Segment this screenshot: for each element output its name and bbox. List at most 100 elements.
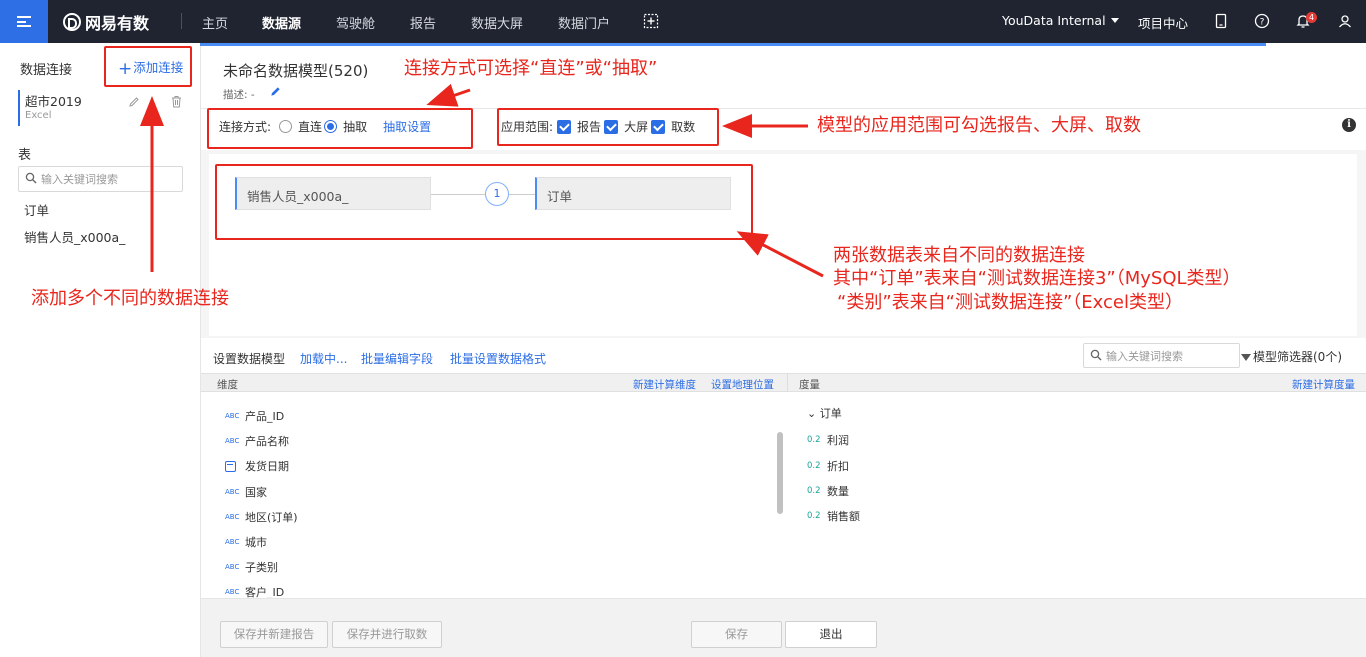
save-button[interactable]: 保存: [691, 621, 782, 648]
field-name: 利润: [827, 434, 849, 447]
text-type-icon: ABC: [225, 412, 240, 420]
notification-badge: 4: [1306, 12, 1317, 23]
save-new-report-button[interactable]: 保存并新建报告: [220, 621, 328, 648]
model-filter-label: 模型筛选器(0个): [1253, 350, 1342, 364]
table-search-input[interactable]: [41, 171, 179, 188]
highlight-connection-mode: [207, 108, 473, 149]
help-icon[interactable]: ?: [1254, 13, 1270, 29]
field-name: 产品名称: [245, 435, 289, 448]
highlight-application-scope: [497, 108, 719, 146]
search-icon: [25, 172, 37, 184]
model-toolbar: 设置数据模型 加载中... 批量编辑字段 批量设置数据格式 模型筛选器(0个): [201, 342, 1366, 372]
field-search-input[interactable]: [1106, 348, 1236, 364]
field-name: 发货日期: [245, 460, 289, 473]
nav-item-datasource[interactable]: 数据源: [262, 13, 301, 32]
measure-group-name: 订单: [819, 407, 842, 420]
logo[interactable]: 网易有数: [63, 10, 149, 34]
number-type-icon: 0.2: [807, 435, 821, 445]
dimension-field[interactable]: ABC 城市: [225, 534, 267, 550]
model-filter-button[interactable]: 模型筛选器(0个): [1241, 348, 1342, 365]
search-icon: [1090, 349, 1102, 361]
save-and-extract-button[interactable]: 保存并进行取数: [332, 621, 442, 648]
batch-edit-fields-button[interactable]: 批量编辑字段: [361, 350, 433, 367]
nav-divider: [181, 13, 182, 29]
dimension-field[interactable]: ABC 地区(订单): [225, 509, 298, 525]
chevron-down-icon: [1110, 18, 1119, 23]
annotation-line: 其中“订单”表来自“测试数据连接3”（MySQL类型）: [833, 268, 1241, 290]
highlight-table-nodes: [215, 164, 753, 240]
svg-text:?: ?: [1260, 18, 1265, 28]
text-type-icon: ABC: [225, 513, 240, 521]
loading-status: 加载中...: [300, 352, 348, 366]
user-icon[interactable]: [1337, 13, 1353, 29]
measure-field[interactable]: 0.2 销售额: [807, 508, 860, 524]
table-item-salespeople[interactable]: 销售人员_x000a_: [24, 227, 125, 246]
field-name: 地区(订单): [245, 511, 298, 524]
nav-item-cockpit[interactable]: 驾驶舱: [336, 13, 375, 32]
dimension-field[interactable]: ABC 产品名称: [225, 433, 289, 449]
panel-title: 数据连接: [20, 63, 73, 78]
field-name: 子类别: [245, 561, 278, 574]
table-search[interactable]: [18, 166, 183, 192]
new-calc-measure-button[interactable]: 新建计算度量: [1292, 377, 1355, 392]
text-type-icon: ABC: [225, 563, 240, 571]
dimension-header: 维度: [217, 379, 238, 391]
connection-type: Excel: [25, 110, 52, 121]
edit-description-icon[interactable]: [270, 86, 281, 97]
footer-bar: 保存并新建报告 保存并进行取数 保存 退出: [201, 598, 1366, 657]
annotation-add-connection: 添加多个不同的数据连接: [31, 288, 229, 309]
info-icon[interactable]: i: [1342, 118, 1356, 132]
tablet-icon[interactable]: [1213, 13, 1229, 29]
text-type-icon: ABC: [225, 488, 240, 496]
dimension-field[interactable]: ABC 子类别: [225, 559, 278, 575]
nav-item-big-screen[interactable]: 数据大屏: [471, 13, 523, 32]
org-name: YouData Internal: [1002, 13, 1106, 28]
exit-button[interactable]: 退出: [785, 621, 877, 648]
set-model-label: 设置数据模型: [213, 352, 286, 366]
logo-text: 网易有数: [85, 14, 150, 33]
number-type-icon: 0.2: [807, 511, 821, 521]
annotation-table-sources: 两张数据表来自不同的数据连接 其中“订单”表来自“测试数据连接3”（MySQL类…: [833, 244, 1241, 314]
org-selector[interactable]: YouData Internal: [1002, 13, 1119, 28]
measure-group-orders[interactable]: ⌄ 订单: [807, 405, 842, 421]
dimension-field[interactable]: ABC 产品_ID: [225, 408, 284, 424]
model-description: 描述: -: [223, 89, 255, 101]
project-center-link[interactable]: 项目中心: [1138, 13, 1188, 32]
annotation-application-scope: 模型的应用范围可勾选报告、大屏、取数: [817, 115, 1141, 136]
nav-item-portal[interactable]: 数据门户: [558, 13, 610, 32]
batch-format-button[interactable]: 批量设置数据格式: [450, 350, 546, 367]
nav-item-report[interactable]: 报告: [410, 13, 436, 32]
add-panel-icon[interactable]: [643, 13, 659, 29]
fields-header: 维度 新建计算维度 设置地理位置 度量 新建计算度量: [201, 373, 1366, 392]
top-navigation-bar: 网易有数 主页 数据源 驾驶舱 报告 数据大屏 数据门户 YouData Int…: [0, 0, 1366, 43]
table-item-orders[interactable]: 订单: [24, 200, 49, 219]
annotation-line: “类别”表来自“测试数据连接”（Excel类型）: [837, 291, 1183, 313]
measure-field[interactable]: 0.2 折扣: [807, 458, 849, 474]
measure-header: 度量: [799, 379, 820, 391]
dimension-field[interactable]: 发货日期: [225, 458, 289, 474]
field-name: 销售额: [827, 510, 860, 523]
scrollbar-thumb[interactable]: [777, 432, 783, 514]
annotation-line: 两张数据表来自不同的数据连接: [833, 245, 1085, 266]
column-divider: [787, 373, 788, 392]
filter-icon: [1241, 354, 1251, 361]
text-type-icon: ABC: [225, 538, 240, 546]
measure-field[interactable]: 0.2 数量: [807, 483, 849, 499]
model-title: 未命名数据模型(520): [223, 62, 369, 80]
field-name: 产品_ID: [245, 410, 285, 423]
connection-name: 超市2019: [25, 94, 82, 109]
pencil-icon[interactable]: [128, 96, 140, 108]
field-search[interactable]: [1083, 343, 1240, 368]
set-geo-button[interactable]: 设置地理位置: [711, 377, 774, 392]
connection-item[interactable]: 超市2019 Excel: [18, 90, 188, 126]
field-name: 折扣: [827, 460, 849, 473]
text-type-icon: ABC: [225, 437, 240, 445]
nav-item-home[interactable]: 主页: [202, 13, 228, 32]
measure-field[interactable]: 0.2 利润: [807, 432, 849, 448]
menu-icon[interactable]: [0, 0, 48, 43]
trash-icon[interactable]: [170, 95, 183, 108]
dimension-field[interactable]: ABC 国家: [225, 484, 267, 500]
new-calc-dimension-button[interactable]: 新建计算维度: [633, 377, 696, 392]
tables-section-title: 表: [18, 148, 32, 163]
annotation-connection-mode: 连接方式可选择“直连”或“抽取”: [404, 58, 658, 79]
